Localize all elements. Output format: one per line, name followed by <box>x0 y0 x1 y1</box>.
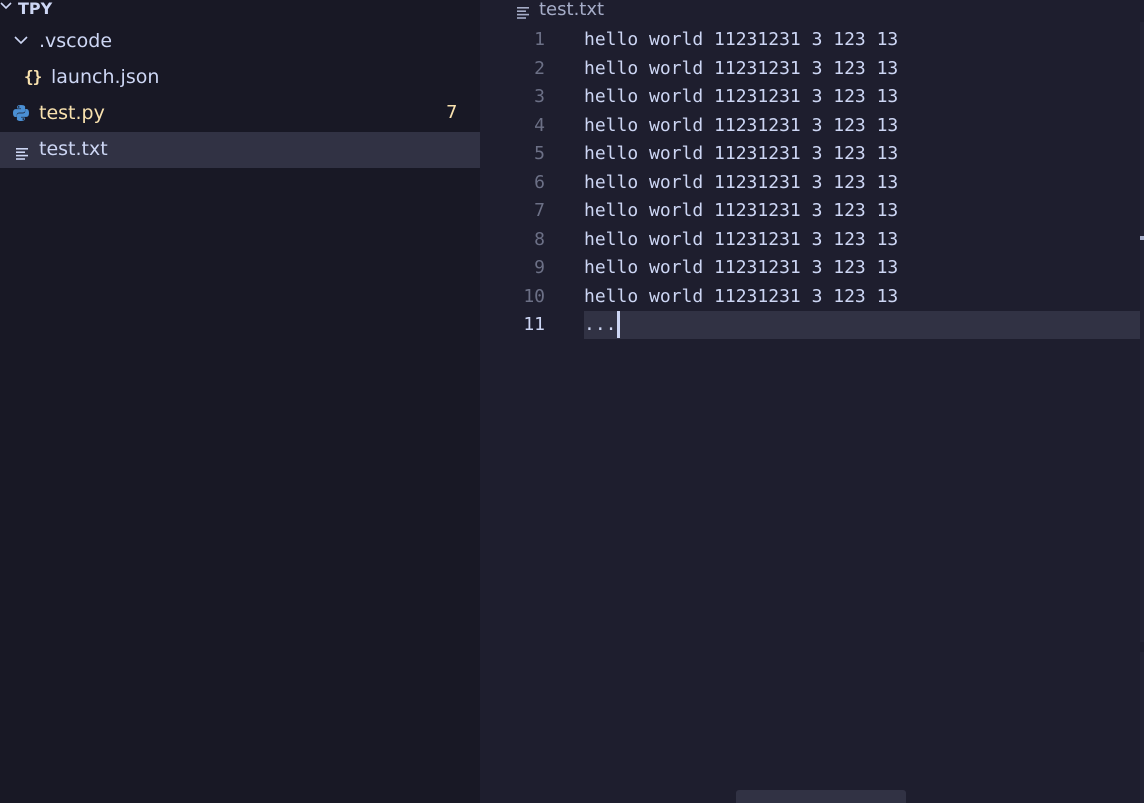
line-number: 5 <box>534 143 545 164</box>
code-line[interactable]: hello world 11231231 3 123 13 <box>584 169 1144 198</box>
line-number: 7 <box>534 200 545 221</box>
vertical-scrollbar-track[interactable] <box>1140 22 1144 642</box>
tree-item-label: launch.json <box>51 66 160 88</box>
tree-item-test-py[interactable]: test.py 7 <box>0 96 480 132</box>
code-line[interactable]: hello world 11231231 3 123 13 <box>584 140 1144 169</box>
tree-item-label: test.py <box>39 102 105 124</box>
line-number: 8 <box>534 228 545 250</box>
code-line[interactable]: hello world 11231231 3 123 13 <box>584 226 1144 255</box>
json-braces-icon: {} <box>24 67 42 86</box>
tree-item-label: .vscode <box>39 30 113 52</box>
explorer-sidebar: TPY .vscode {} launch.json test.py 7 tes… <box>0 0 480 803</box>
code-line-current[interactable]: ... <box>584 311 1144 340</box>
explorer-root-label: TPY <box>18 0 53 18</box>
line-number: 10 <box>523 285 545 307</box>
line-number: 4 <box>534 114 545 136</box>
line-number: 9 <box>534 257 545 278</box>
editor-pane: test.txt 1 2 3 4 5 6 7 8 9 10 11 hello w… <box>482 0 1144 803</box>
chevron-down-icon <box>14 36 28 45</box>
tree-item-vscode-folder[interactable]: .vscode <box>0 24 480 60</box>
tree-item-label: test.txt <box>39 138 108 160</box>
partial-popup-tooltip <box>736 790 906 803</box>
code-line[interactable]: hello world 11231231 3 123 13 <box>584 83 1144 112</box>
line-number: 6 <box>534 171 545 193</box>
chevron-down-icon <box>0 2 12 10</box>
code-line[interactable]: hello world 11231231 3 123 13 <box>584 254 1144 283</box>
breadcrumb[interactable]: test.txt <box>482 0 1144 24</box>
line-number: 3 <box>534 86 545 107</box>
vscode-window: TPY .vscode {} launch.json test.py 7 tes… <box>0 0 1144 803</box>
text-cursor <box>617 311 620 338</box>
python-icon <box>12 104 30 127</box>
code-line[interactable]: hello world 11231231 3 123 13 <box>584 283 1144 312</box>
tree-item-launch-json[interactable]: {} launch.json <box>0 60 480 96</box>
code-line[interactable]: hello world 11231231 3 123 13 <box>584 26 1144 55</box>
breadcrumb-file[interactable]: test.txt <box>539 0 604 20</box>
code-line[interactable]: hello world 11231231 3 123 13 <box>584 197 1144 226</box>
line-number-current: 11 <box>523 314 545 335</box>
code-line[interactable]: hello world 11231231 3 123 13 <box>584 112 1144 141</box>
line-number-gutter: 1 2 3 4 5 6 7 8 9 10 11 <box>482 26 562 340</box>
problem-count-badge: 7 <box>446 102 458 123</box>
scrollbar-cursor-marker <box>1140 236 1144 240</box>
tree-item-test-txt[interactable]: test.txt <box>0 132 480 168</box>
text-file-icon <box>16 143 30 165</box>
code-area[interactable]: hello world 11231231 3 123 13 hello worl… <box>584 26 1144 340</box>
line-number: 1 <box>534 29 545 50</box>
code-line[interactable]: hello world 11231231 3 123 13 <box>584 55 1144 84</box>
line-number: 2 <box>534 57 545 79</box>
explorer-root-tpy[interactable]: TPY <box>0 0 480 26</box>
vertical-scrollbar-track-lower[interactable] <box>1140 652 1144 803</box>
text-file-icon <box>517 3 531 24</box>
